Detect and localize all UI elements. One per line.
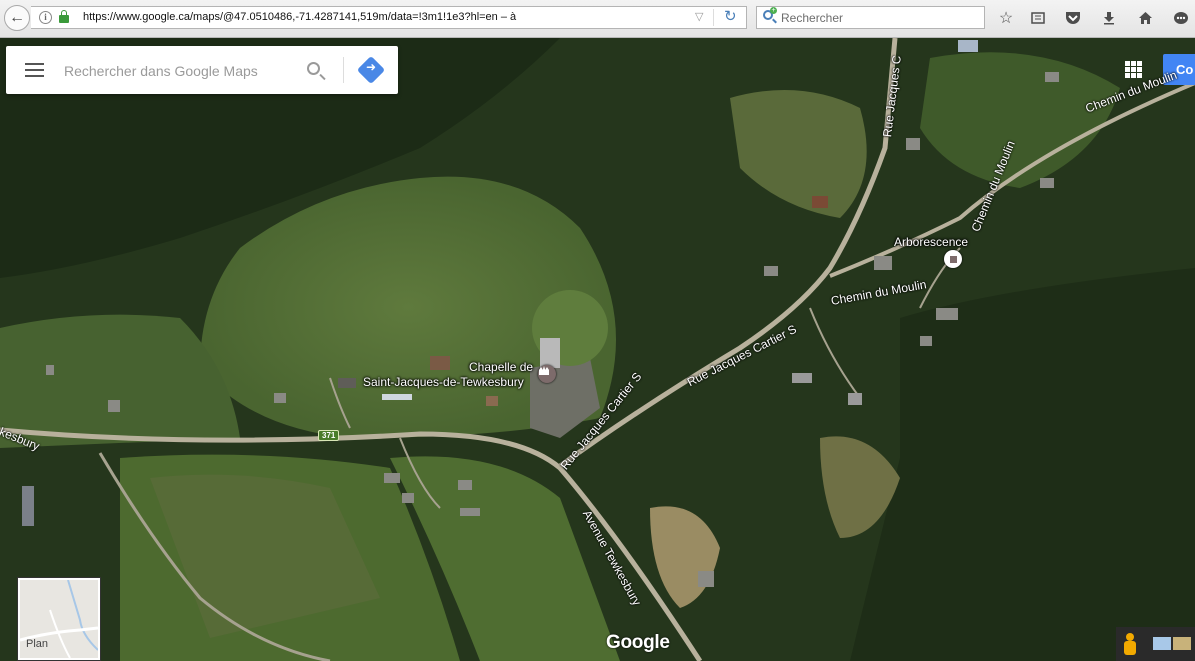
satellite-map[interactable]: Co Chapelle de Saint-Jacques-de-Tewkesbu… [0, 38, 1195, 661]
reload-icon[interactable]: ↻ [724, 7, 737, 25]
directions-icon[interactable] [356, 55, 386, 85]
info-icon[interactable]: i [39, 11, 52, 24]
search-icon[interactable] [307, 62, 320, 75]
place-label-chapel[interactable]: Chapelle de [469, 360, 533, 374]
url-text[interactable]: https://www.google.ca/maps/@47.0510486,-… [83, 11, 516, 23]
menu-icon[interactable] [25, 63, 44, 81]
minimap-label: Plan [26, 638, 49, 650]
chat-icon[interactable] [1170, 7, 1192, 29]
add-search-engine-icon: + [770, 7, 777, 14]
apps-grid-icon[interactable] [1125, 61, 1142, 78]
reading-list-icon[interactable] [1027, 7, 1049, 29]
browser-search-bar[interactable]: + Rechercher [756, 6, 985, 29]
star-icon[interactable]: ☆ [995, 7, 1017, 29]
browser-toolbar: ← i https://www.google.ca/maps/@47.05104… [0, 0, 1195, 38]
pocket-icon[interactable] [1062, 7, 1084, 29]
church-icon[interactable] [538, 365, 556, 383]
imagery-thumb-1[interactable] [1153, 637, 1171, 650]
shop-icon[interactable] [944, 250, 962, 268]
imagery-thumb-2[interactable] [1173, 637, 1191, 650]
imagery-strip[interactable] [1146, 627, 1195, 661]
back-icon[interactable]: ← [4, 5, 30, 31]
urlbar-separator [713, 9, 714, 26]
maps-search-input[interactable] [62, 54, 298, 88]
place-label-arborescence[interactable]: Arborescence [894, 235, 968, 249]
lock-icon [59, 10, 69, 23]
browser-search-placeholder[interactable]: Rechercher [781, 11, 843, 25]
maps-search-box [6, 46, 398, 94]
url-bar[interactable]: i https://www.google.ca/maps/@47.0510486… [31, 6, 747, 29]
route-shield: 371 [318, 430, 340, 441]
pegman-icon[interactable] [1116, 627, 1146, 661]
download-icon[interactable] [1098, 7, 1120, 29]
dropdown-icon[interactable]: ▽ [695, 10, 703, 23]
search-box-divider [343, 57, 344, 83]
map-type-toggle[interactable]: Plan [18, 578, 100, 660]
satellite-imagery [0, 38, 1195, 661]
place-label-chapel-line2[interactable]: Saint-Jacques-de-Tewkesbury [363, 375, 524, 389]
home-icon[interactable] [1134, 7, 1156, 29]
google-logo: Google [606, 632, 670, 653]
